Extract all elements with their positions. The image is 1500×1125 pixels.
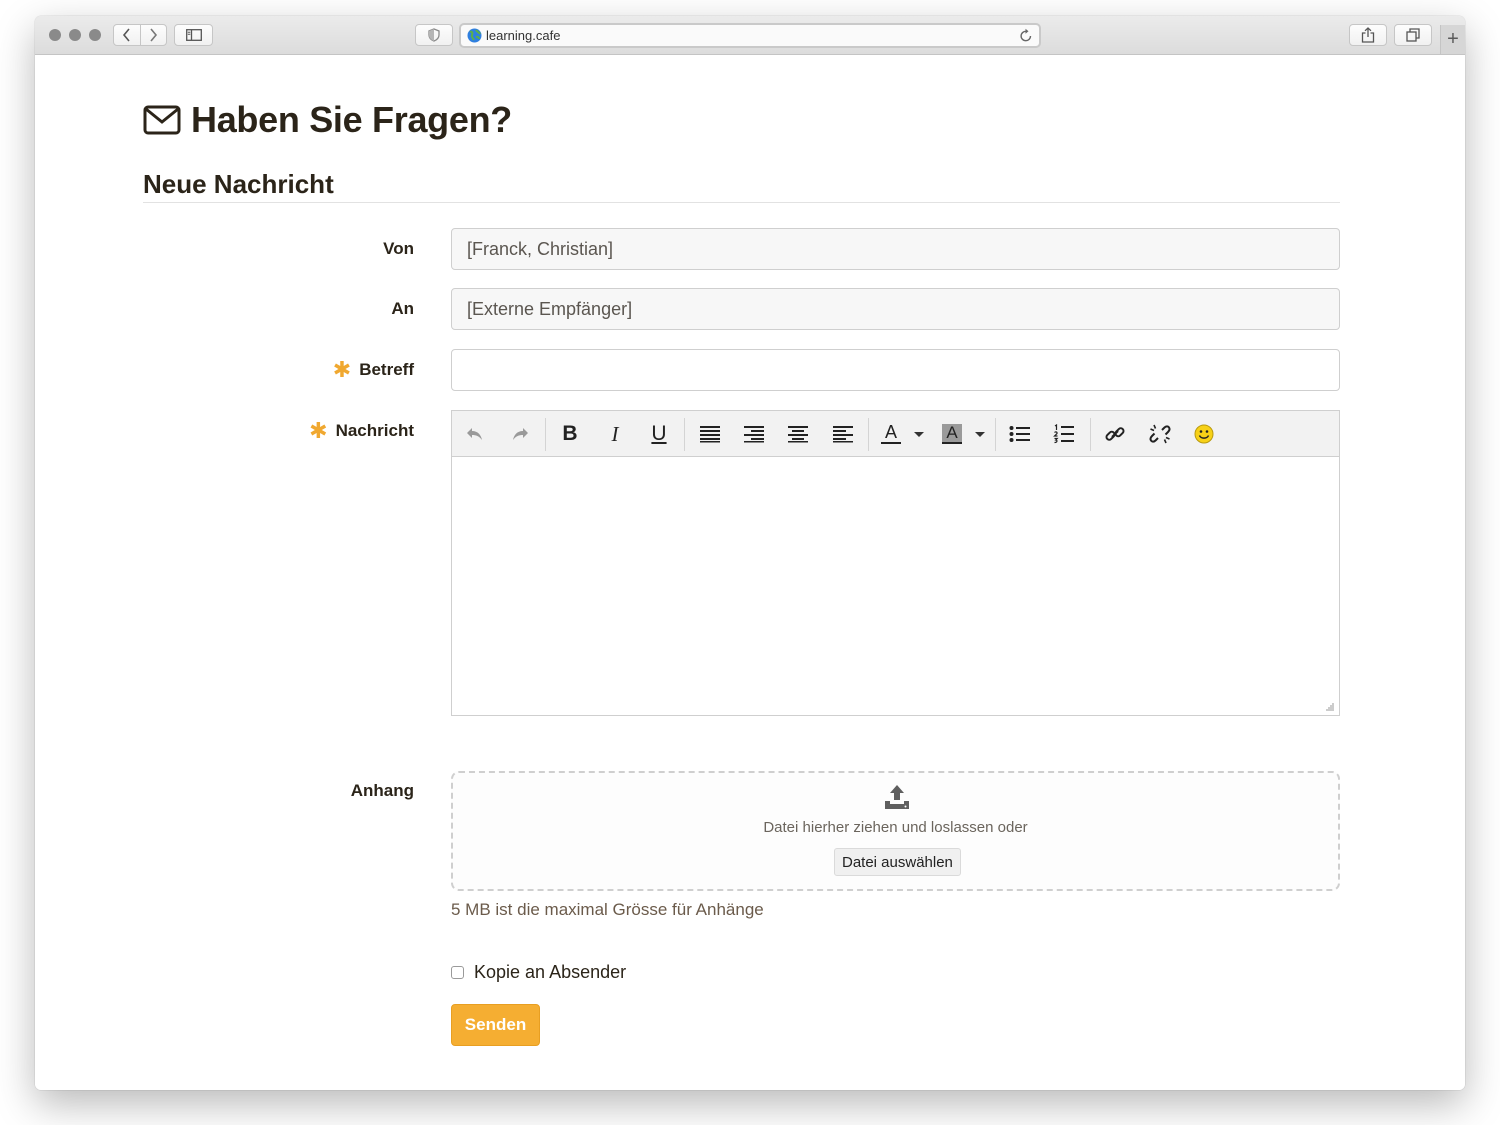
section-title: Neue Nachricht	[143, 169, 334, 199]
background-color-dropdown-caret[interactable]	[975, 432, 985, 437]
envelope-icon	[143, 105, 181, 135]
globe-icon	[467, 28, 482, 43]
from-label: Von	[383, 239, 414, 259]
undo-button[interactable]	[462, 421, 488, 447]
subject-label: ✱ Betreff	[333, 359, 414, 381]
send-button[interactable]: Senden	[451, 1004, 540, 1046]
text-color-button[interactable]: A	[878, 421, 904, 447]
message-label-text: Nachricht	[335, 421, 414, 440]
forward-button[interactable]	[139, 25, 167, 45]
toolbar-separator	[684, 418, 685, 451]
required-asterisk: ✱	[309, 418, 328, 443]
to-field: [Externe Empfänger]	[451, 288, 1340, 330]
tabs-icon	[1406, 28, 1420, 42]
from-field: [Franck, Christian]	[451, 228, 1340, 270]
background-color-button[interactable]: A	[939, 421, 965, 447]
undo-icon	[467, 428, 482, 440]
align-left-icon	[833, 426, 853, 443]
page-content: Haben Sie Fragen? Neue Nachricht Von [Fr…	[35, 55, 1465, 1090]
navigation-buttons	[113, 24, 167, 46]
background-color-letter: A	[942, 423, 962, 444]
toolbar-separator	[995, 418, 996, 451]
numbered-list-button[interactable]	[1051, 421, 1077, 447]
text-color-dropdown-caret[interactable]	[914, 432, 924, 437]
required-asterisk: ✱	[332, 357, 352, 382]
align-left-button[interactable]	[830, 421, 856, 447]
to-label: An	[391, 299, 414, 319]
url-text: learning.cafe	[486, 28, 561, 43]
message-textarea[interactable]	[452, 457, 1339, 715]
sidebar-icon	[185, 29, 202, 41]
reload-icon[interactable]	[1019, 28, 1033, 43]
browser-window: learning.cafe + Haben Sie Fragen? Neue N…	[35, 16, 1465, 1090]
align-right-button[interactable]	[741, 421, 767, 447]
subject-label-text: Betreff	[359, 360, 414, 379]
align-right-icon	[744, 426, 764, 443]
attachment-label-text: Anhang	[350, 781, 414, 800]
italic-button[interactable]: I	[602, 421, 628, 447]
bullet-list-icon	[1009, 426, 1030, 442]
minimize-window-button[interactable]	[69, 29, 81, 41]
bullet-list-button[interactable]	[1007, 421, 1033, 447]
upload-icon	[885, 785, 909, 809]
attachment-label: Anhang	[351, 781, 414, 801]
dropzone-text: Datei hierher ziehen und loslassen oder	[763, 819, 1028, 836]
back-button[interactable]	[114, 25, 140, 45]
insert-link-button[interactable]	[1102, 421, 1128, 447]
privacy-report-button[interactable]	[415, 24, 453, 46]
to-label-text: An	[391, 299, 414, 318]
from-label-text: Von	[383, 239, 414, 258]
chevron-left-icon	[122, 28, 130, 42]
insert-emoji-button[interactable]	[1191, 421, 1217, 447]
from-field-value: [Franck, Christian]	[467, 238, 614, 259]
attachment-dropzone[interactable]: Datei hierher ziehen und loslassen oder …	[451, 771, 1340, 891]
new-tab-button[interactable]: +	[1440, 25, 1465, 54]
chevron-right-icon	[150, 28, 158, 42]
browser-toolbar: learning.cafe +	[35, 16, 1465, 55]
remove-link-button[interactable]	[1147, 421, 1173, 447]
section-divider	[143, 202, 1340, 203]
smiley-icon	[1194, 424, 1214, 444]
sidebar-button[interactable]	[174, 24, 213, 46]
editor-toolbar: B I U A A	[452, 411, 1339, 457]
redo-icon	[513, 428, 528, 440]
toolbar-separator	[868, 418, 869, 451]
share-button[interactable]	[1349, 24, 1387, 46]
unlink-icon	[1149, 424, 1171, 444]
align-justify-button[interactable]	[697, 421, 723, 447]
redo-button[interactable]	[507, 421, 533, 447]
page-title: Haben Sie Fragen?	[143, 99, 512, 141]
align-center-icon	[788, 426, 808, 443]
show-tabs-button[interactable]	[1394, 24, 1432, 46]
toolbar-separator	[1090, 418, 1091, 451]
message-label: ✱ Nachricht	[309, 420, 414, 442]
to-field-value: [Externe Empfänger]	[467, 298, 633, 319]
copy-to-sender-label: Kopie an Absender	[474, 962, 627, 982]
message-editor: B I U A A	[451, 410, 1340, 716]
zoom-window-button[interactable]	[89, 29, 101, 41]
address-bar[interactable]: learning.cafe	[459, 23, 1041, 48]
resize-grip-icon[interactable]	[1325, 701, 1335, 711]
copy-to-sender-checkbox[interactable]	[451, 966, 464, 979]
align-justify-icon	[700, 426, 720, 443]
attachment-size-hint: 5 MB ist die maximal Grösse für Anhänge	[451, 900, 764, 919]
page-title-text: Haben Sie Fragen?	[191, 99, 512, 140]
shield-icon	[428, 28, 440, 42]
close-window-button[interactable]	[49, 29, 61, 41]
toolbar-separator	[545, 418, 546, 451]
copy-to-sender-row[interactable]: Kopie an Absender	[451, 962, 626, 983]
subject-input[interactable]	[451, 349, 1340, 391]
align-center-button[interactable]	[785, 421, 811, 447]
text-color-letter: A	[884, 421, 897, 442]
link-icon	[1105, 427, 1125, 441]
underline-button[interactable]: U	[646, 421, 672, 447]
choose-file-button[interactable]: Datei auswählen	[834, 848, 961, 876]
share-icon	[1361, 27, 1375, 43]
text-color-swatch	[881, 441, 901, 444]
numbered-list-icon	[1053, 424, 1074, 444]
bold-button[interactable]: B	[557, 421, 583, 447]
